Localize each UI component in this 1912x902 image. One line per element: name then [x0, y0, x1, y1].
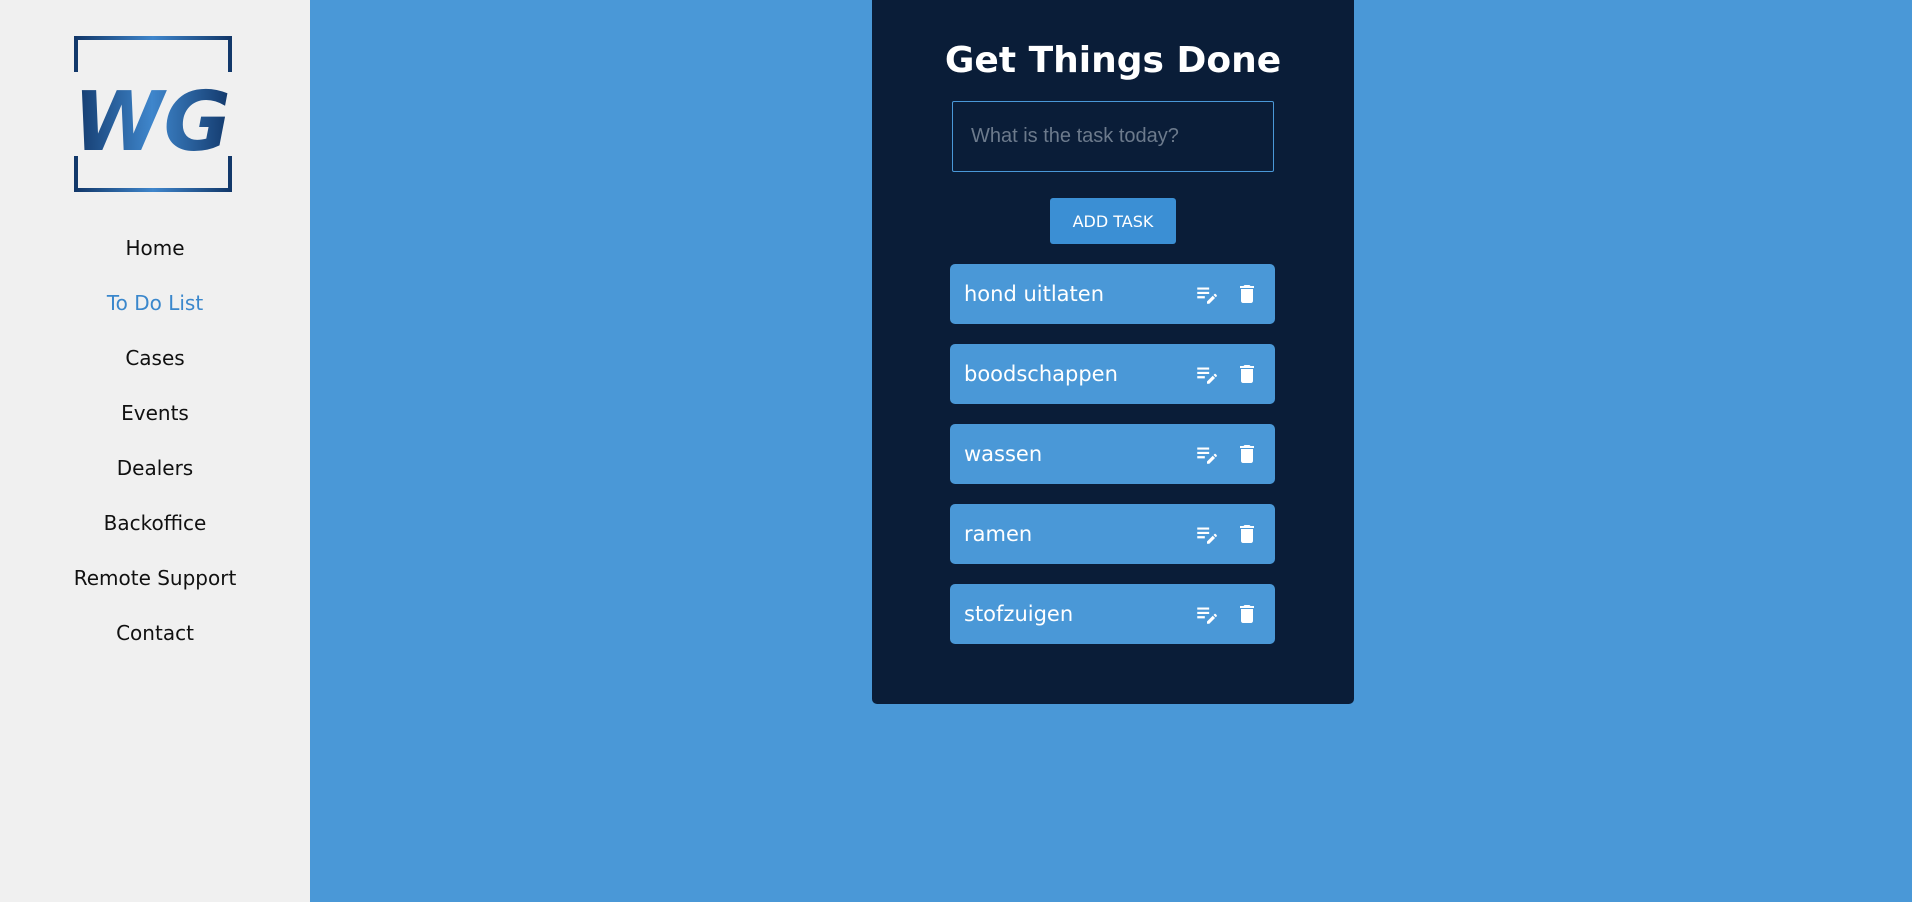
add-task-button[interactable]: ADD TASK — [1050, 198, 1176, 244]
nav-item-events[interactable]: Events — [0, 385, 310, 440]
todo-list: hond uitlaten boodschappen wassen ramen … — [950, 264, 1275, 664]
nav-item-contact[interactable]: Contact — [0, 605, 310, 660]
todo-item-actions — [1193, 440, 1261, 468]
todo-item-actions — [1193, 360, 1261, 388]
trash-icon[interactable] — [1233, 600, 1261, 628]
wg-logo[interactable]: WG — [74, 36, 232, 192]
nav-item-backoffice[interactable]: Backoffice — [0, 495, 310, 550]
todo-item-actions — [1193, 600, 1261, 628]
trash-icon[interactable] — [1233, 280, 1261, 308]
todo-item: boodschappen — [950, 344, 1275, 404]
nav-item-dealers[interactable]: Dealers — [0, 440, 310, 495]
nav-item-remote-support[interactable]: Remote Support — [0, 550, 310, 605]
todo-item-text: boodschappen — [964, 362, 1118, 386]
nav-link-backoffice[interactable]: Backoffice — [104, 511, 207, 535]
todo-item-text: wassen — [964, 442, 1043, 466]
todo-item-actions — [1193, 280, 1261, 308]
nav-link-dealers[interactable]: Dealers — [117, 456, 193, 480]
nav-link-remote-support[interactable]: Remote Support — [74, 566, 237, 590]
todo-item-actions — [1193, 520, 1261, 548]
sidebar: WG Home To Do List Cases Events Dealers … — [0, 0, 310, 902]
edit-note-icon[interactable] — [1193, 600, 1221, 628]
main-nav: Home To Do List Cases Events Dealers Bac… — [0, 220, 310, 660]
nav-link-events[interactable]: Events — [121, 401, 189, 425]
edit-note-icon[interactable] — [1193, 280, 1221, 308]
nav-link-contact[interactable]: Contact — [116, 621, 194, 645]
nav-link-to-do-list[interactable]: To Do List — [107, 291, 203, 315]
task-input[interactable] — [952, 101, 1274, 172]
edit-note-icon[interactable] — [1193, 360, 1221, 388]
nav-item-to-do-list[interactable]: To Do List — [0, 275, 310, 330]
nav-item-cases[interactable]: Cases — [0, 330, 310, 385]
todo-item-text: hond uitlaten — [964, 282, 1105, 306]
nav-link-cases[interactable]: Cases — [125, 346, 184, 370]
todo-item-text: ramen — [964, 522, 1033, 546]
page-title: Get Things Done — [944, 40, 1282, 81]
trash-icon[interactable] — [1233, 360, 1261, 388]
todo-item-text: stofzuigen — [964, 602, 1074, 626]
edit-note-icon[interactable] — [1193, 440, 1221, 468]
todo-item: ramen — [950, 504, 1275, 564]
todo-item: stofzuigen — [950, 584, 1275, 644]
trash-icon[interactable] — [1233, 440, 1261, 468]
trash-icon[interactable] — [1233, 520, 1261, 548]
todo-item: hond uitlaten — [950, 264, 1275, 324]
edit-note-icon[interactable] — [1193, 520, 1221, 548]
nav-item-home[interactable]: Home — [0, 220, 310, 275]
nav-link-home[interactable]: Home — [125, 236, 184, 260]
svg-text:WG: WG — [74, 75, 231, 170]
todo-panel: Get Things Done ADD TASK hond uitlaten b… — [872, 0, 1354, 704]
todo-item: wassen — [950, 424, 1275, 484]
